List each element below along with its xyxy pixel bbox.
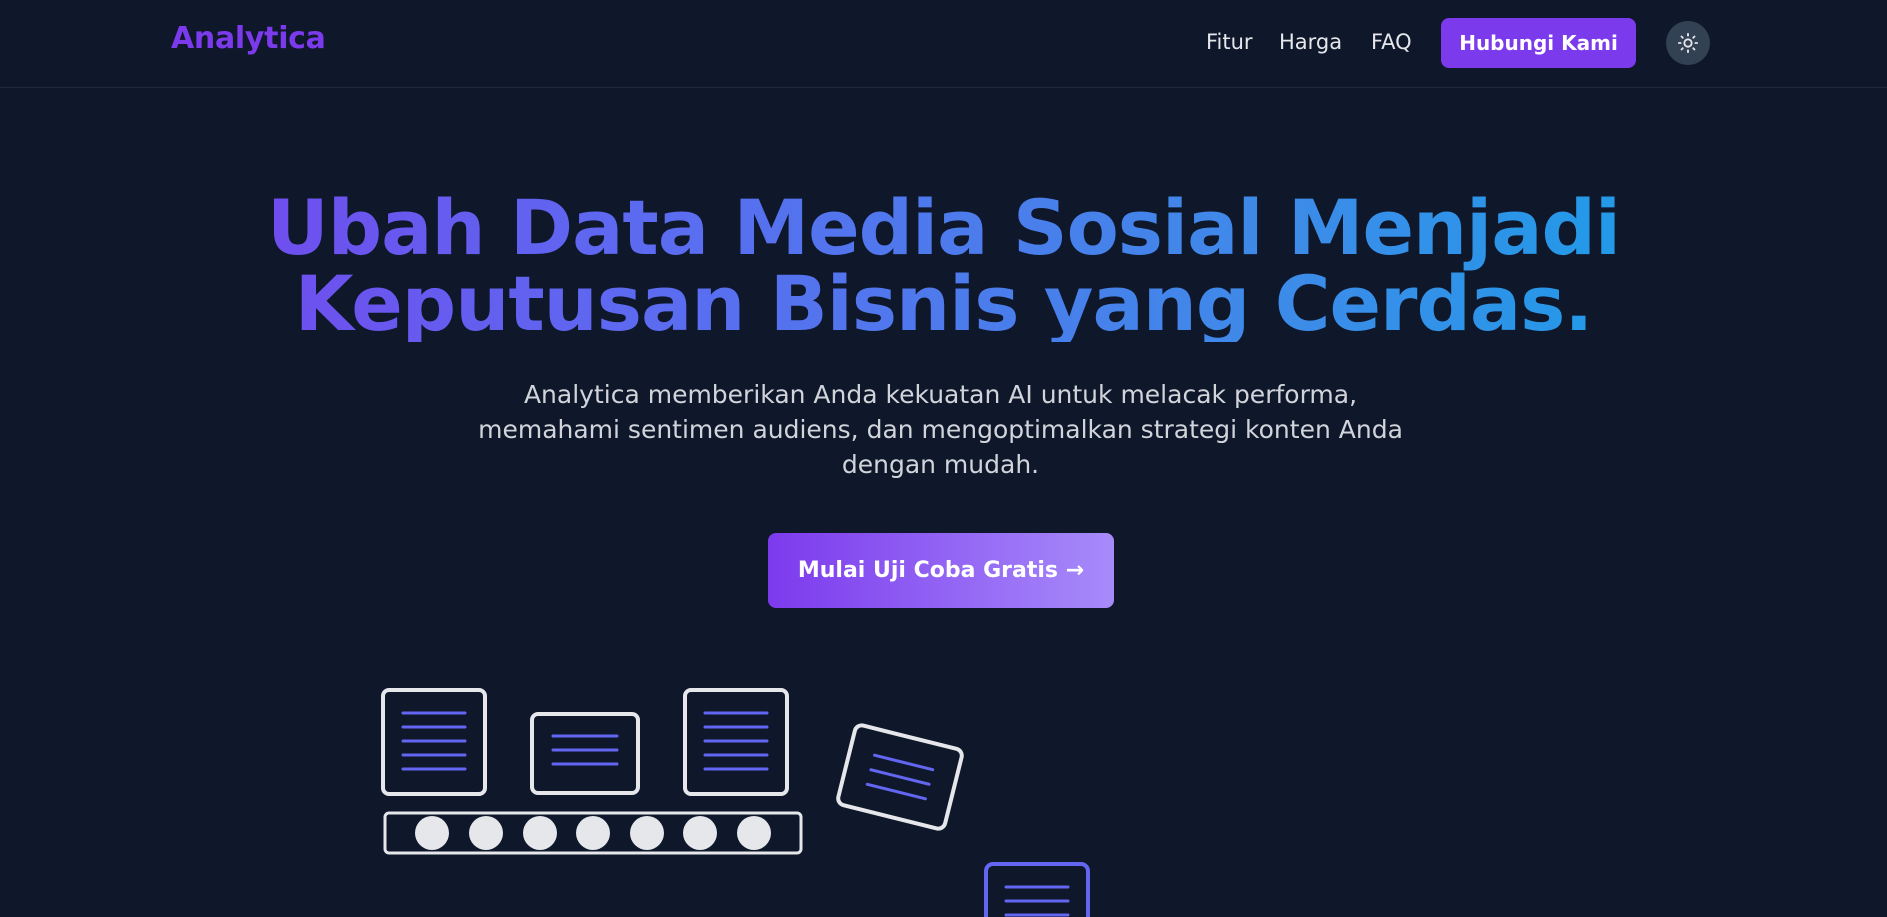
document-card xyxy=(984,862,1090,917)
start-free-trial-button[interactable]: Mulai Uji Coba Gratis → xyxy=(768,533,1114,608)
brand-logo[interactable]: Analytica xyxy=(171,21,326,56)
hero-title: Ubah Data Media Sosial Menjadi Keputusan… xyxy=(0,190,1887,342)
hero-title-line1: Ubah Data Media Sosial Menjadi xyxy=(267,183,1620,272)
nav-link-faq[interactable]: FAQ xyxy=(1371,30,1412,54)
nav-link-harga[interactable]: Harga xyxy=(1279,30,1342,54)
theme-toggle-button[interactable] xyxy=(1666,21,1710,65)
document-conveyor-icon xyxy=(381,688,1090,917)
hero-title-line2: Keputusan Bisnis yang Cerdas. xyxy=(294,259,1593,348)
hero-subtitle: Analytica memberikan Anda kekuatan AI un… xyxy=(478,380,1403,479)
navbar: Analytica Fitur Harga FAQ Hubungi Kami xyxy=(0,0,1887,88)
nav-link-fitur[interactable]: Fitur xyxy=(1206,30,1253,54)
document-card xyxy=(530,712,640,795)
contact-button[interactable]: Hubungi Kami xyxy=(1441,18,1636,68)
sun-icon xyxy=(1677,32,1699,54)
